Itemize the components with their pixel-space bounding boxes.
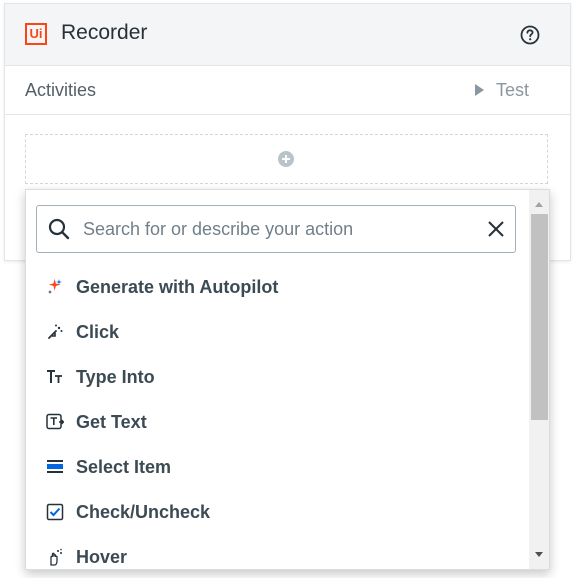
autopilot-sparkle-icon [48, 278, 62, 294]
action-generate-autopilot[interactable]: Generate with Autopilot [26, 265, 526, 310]
action-label: Generate with Autopilot [76, 277, 279, 297]
scrollbar-thumb[interactable] [531, 214, 548, 420]
activity-drop-zone[interactable] [25, 134, 548, 184]
action-label: Select Item [76, 457, 172, 477]
test-button[interactable]: Test [475, 78, 529, 102]
action-label: Type Into [76, 367, 155, 387]
scroll-up-arrow-icon[interactable] [535, 202, 543, 207]
uipath-logo: Ui [25, 23, 47, 45]
action-get-text[interactable]: Get Text [26, 400, 526, 445]
get-text-icon [46, 413, 64, 430]
search-box[interactable] [36, 205, 516, 253]
action-label: Hover [76, 547, 128, 567]
scroll-down-arrow-icon[interactable] [535, 552, 543, 557]
close-icon[interactable] [485, 218, 507, 240]
plus-circle-icon[interactable] [278, 151, 294, 167]
action-select-item[interactable]: Select Item [26, 445, 526, 490]
type-into-icon [47, 370, 62, 383]
select-item-icon [47, 460, 63, 473]
recorder-title: Recorder [61, 21, 148, 44]
recorder-header: Ui Recorder [5, 4, 570, 66]
action-label: Get Text [76, 412, 147, 432]
hover-icon [50, 548, 62, 566]
action-label: Check/Uncheck [76, 502, 211, 522]
action-list: Generate with Autopilot Click Type Into [26, 265, 526, 569]
test-label: Test [496, 79, 530, 100]
search-input[interactable] [83, 214, 463, 244]
help-circle-icon[interactable] [519, 24, 541, 46]
activities-label: Activities [25, 80, 97, 100]
action-click[interactable]: Click [26, 310, 526, 355]
checkbox-icon [46, 503, 64, 521]
scrollbar[interactable] [529, 190, 549, 569]
activities-toolbar: Activities Test [5, 66, 570, 115]
action-type-into[interactable]: Type Into [26, 355, 526, 400]
action-hover[interactable]: Hover [26, 535, 526, 569]
action-label: Click [76, 322, 120, 342]
play-icon [475, 84, 484, 96]
search-icon [48, 218, 70, 240]
click-icon [48, 324, 63, 339]
action-check-uncheck[interactable]: Check/Uncheck [26, 490, 526, 535]
action-picker-dropdown: Generate with Autopilot Click Type Into [25, 189, 550, 570]
